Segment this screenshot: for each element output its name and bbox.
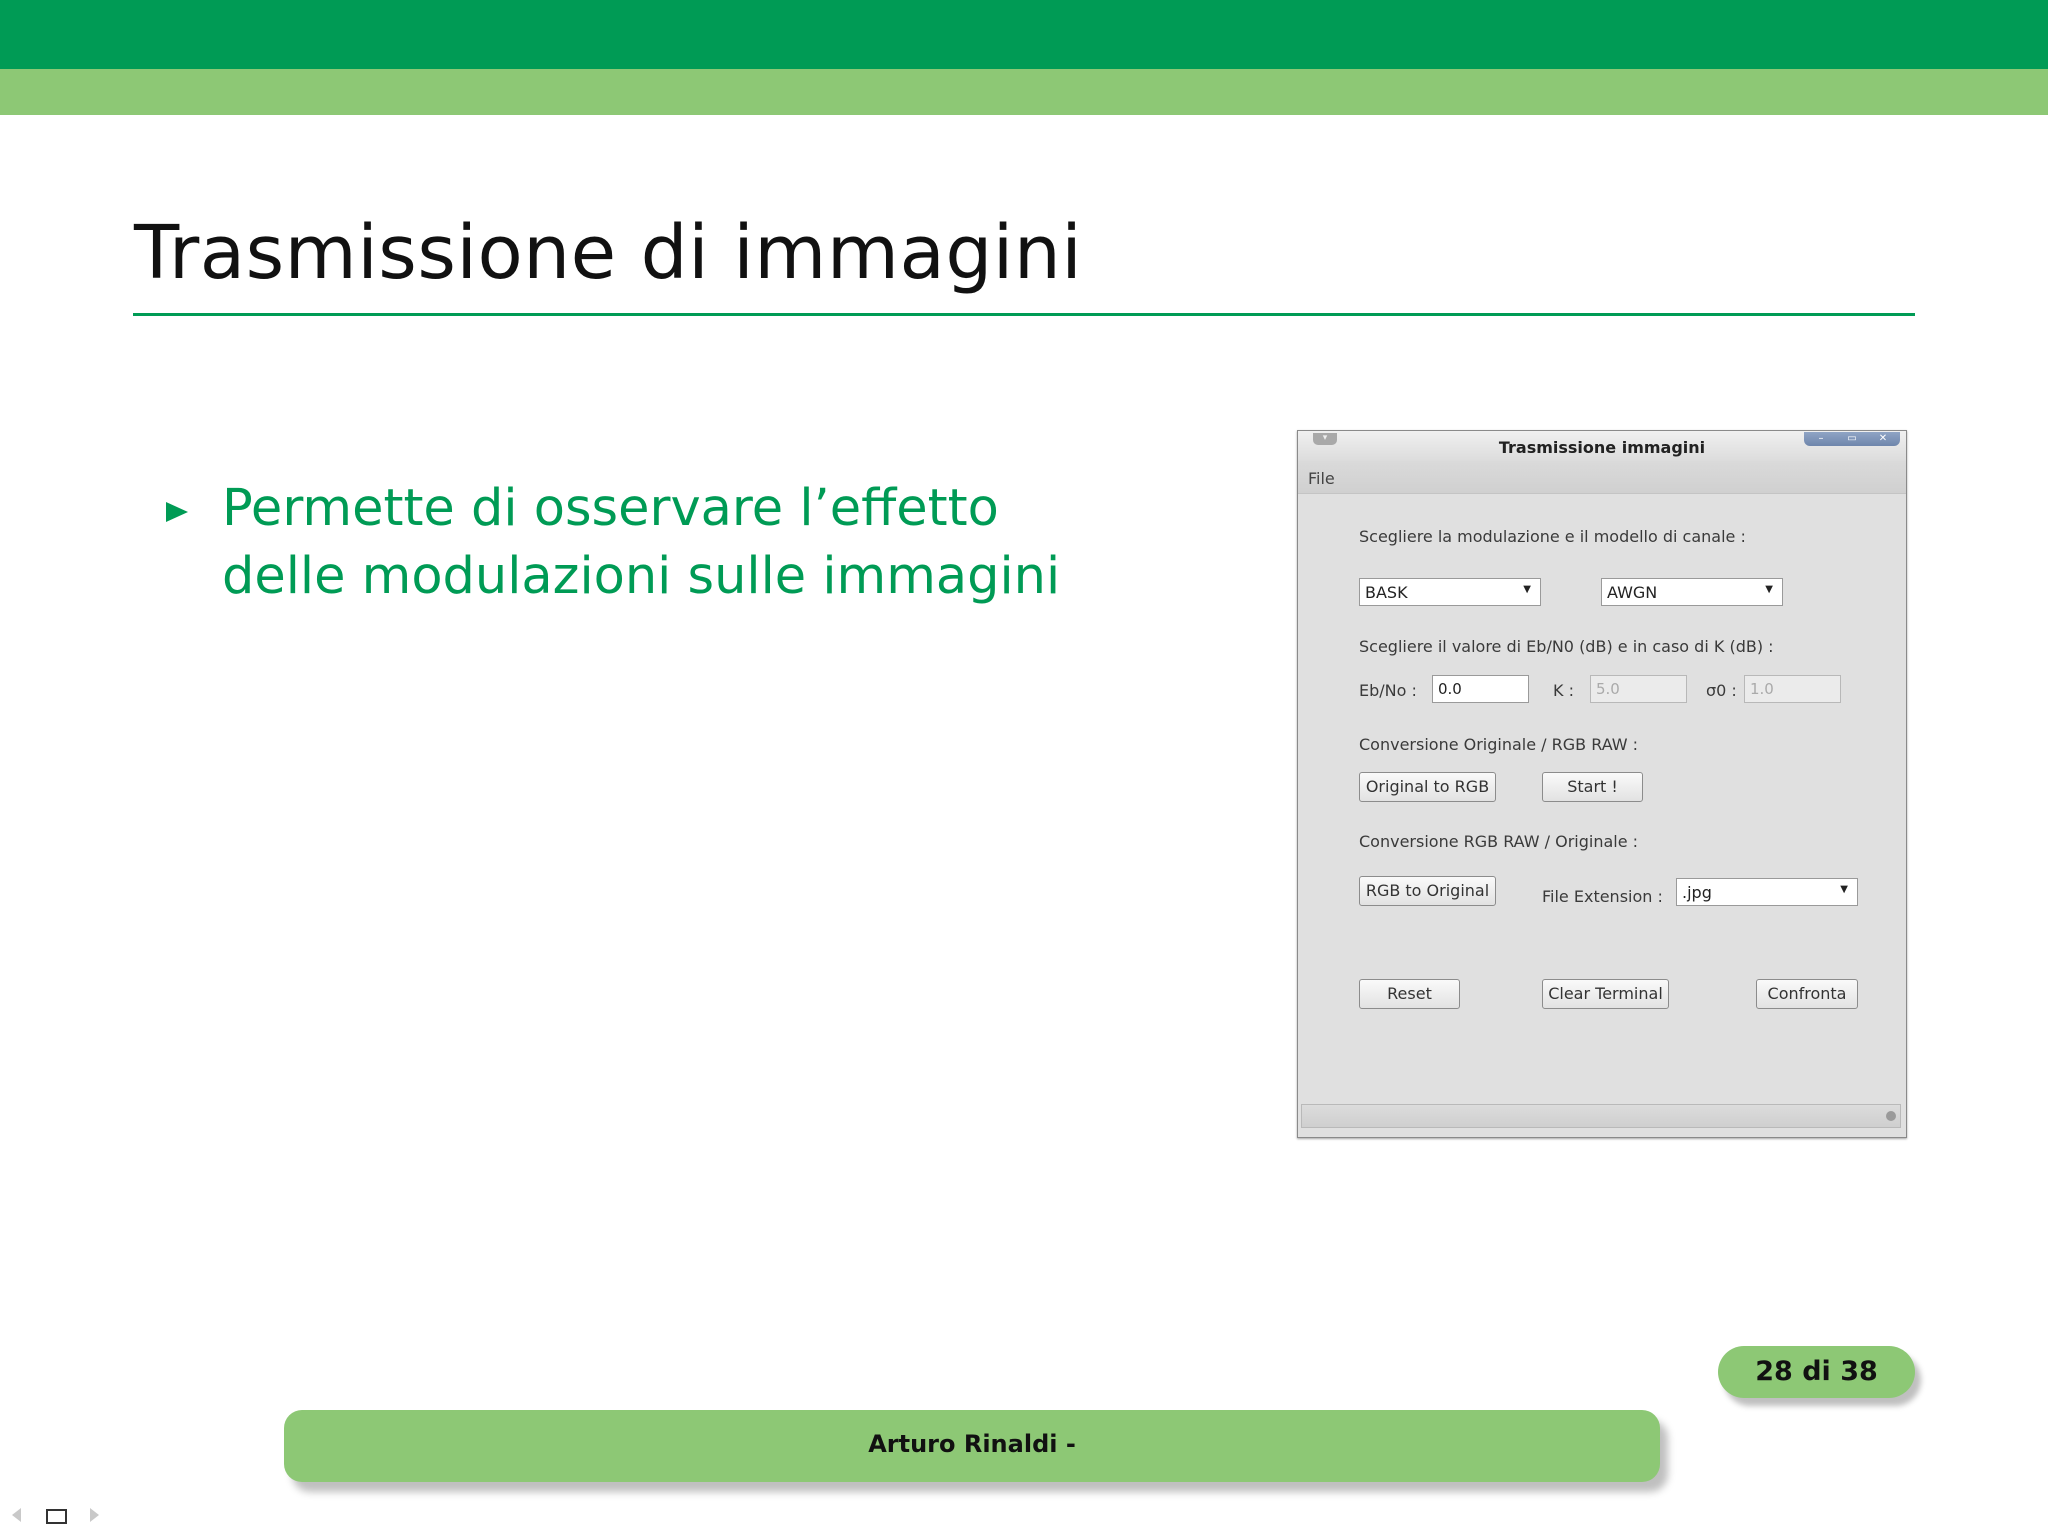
nav-left-arrow-icon[interactable]	[12, 1508, 21, 1522]
ebno-input[interactable]: 0.0	[1432, 675, 1529, 703]
minimize-icon[interactable]: –	[1806, 432, 1836, 446]
page-number-badge: 28 di 38	[1718, 1346, 1915, 1398]
rgb-to-orig-section-label: Conversione RGB RAW / Originale :	[1359, 832, 1639, 851]
ebno-section-label: Scegliere il valore di Eb/N0 (dB) e in c…	[1359, 637, 1774, 656]
k-input[interactable]: 5.0	[1590, 675, 1687, 703]
k-label: K :	[1553, 681, 1574, 700]
file-extension-select[interactable]: .jpg ▼	[1676, 878, 1858, 906]
status-bar	[1301, 1104, 1901, 1128]
file-extension-label: File Extension :	[1542, 887, 1663, 906]
modulation-section-label: Scegliere la modulazione e il modello di…	[1359, 527, 1746, 546]
window-controls: – ▭ ✕	[1804, 432, 1900, 446]
file-extension-value: .jpg	[1682, 883, 1712, 902]
resize-grip-icon[interactable]	[1886, 1111, 1896, 1121]
modulation-select-value: BASK	[1365, 583, 1408, 602]
title-divider	[133, 313, 1915, 316]
sigma0-label: σ0 :	[1706, 681, 1737, 700]
dropdown-arrow-icon: ▼	[1765, 584, 1773, 595]
start-button[interactable]: Start !	[1542, 772, 1643, 802]
header-band	[0, 0, 2048, 69]
channel-select-value: AWGN	[1607, 583, 1658, 602]
triangle-bullet-icon	[166, 502, 188, 522]
close-icon[interactable]: ✕	[1868, 432, 1898, 446]
modulation-select[interactable]: BASK ▼	[1359, 578, 1541, 606]
nav-frame-icon[interactable]	[46, 1509, 67, 1524]
menubar: File	[1298, 461, 1906, 494]
header-subband	[0, 69, 2048, 115]
clear-terminal-button[interactable]: Clear Terminal	[1542, 979, 1669, 1009]
dropdown-arrow-icon: ▼	[1523, 584, 1531, 595]
ebno-label: Eb/No :	[1359, 681, 1417, 700]
window-titlebar: ▾ Trasmissione immagini – ▭ ✕	[1298, 431, 1906, 461]
bullet-text: Permette di osservare l’effetto delle mo…	[222, 479, 1061, 606]
confronta-button[interactable]: Confronta	[1756, 979, 1858, 1009]
maximize-icon[interactable]: ▭	[1837, 432, 1867, 446]
reset-button[interactable]: Reset	[1359, 979, 1460, 1009]
menu-file[interactable]: File	[1308, 469, 1335, 488]
original-to-rgb-button[interactable]: Original to RGB	[1359, 772, 1496, 802]
footer-bar: Arturo Rinaldi -	[284, 1410, 1660, 1482]
app-window: ▾ Trasmissione immagini – ▭ ✕ File Scegl…	[1297, 430, 1907, 1138]
page-number: 28 di 38	[1755, 1356, 1878, 1387]
slide-title: Trasmissione di immagini	[134, 210, 1083, 296]
sigma0-input[interactable]: 1.0	[1744, 675, 1841, 703]
dropdown-arrow-icon: ▼	[1840, 884, 1848, 895]
footer-author: Arturo Rinaldi -	[868, 1430, 1076, 1458]
rgb-to-original-button[interactable]: RGB to Original	[1359, 876, 1496, 906]
orig-to-rgb-section-label: Conversione Originale / RGB RAW :	[1359, 735, 1639, 754]
nav-right-arrow-icon[interactable]	[90, 1508, 99, 1522]
channel-select[interactable]: AWGN ▼	[1601, 578, 1783, 606]
